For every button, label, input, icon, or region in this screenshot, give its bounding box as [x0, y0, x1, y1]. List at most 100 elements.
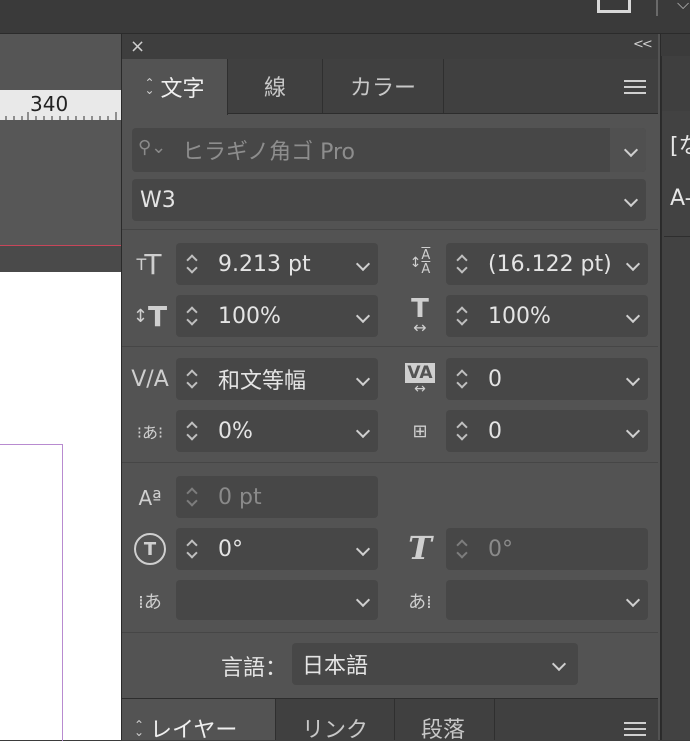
horizontal-scale-field[interactable]: 100%	[446, 295, 648, 337]
chevron-down-icon[interactable]	[355, 256, 371, 272]
vertical-scale-icon: ↕ T	[132, 299, 168, 333]
panel-header[interactable]	[122, 34, 658, 59]
chevron-down-icon[interactable]	[355, 592, 371, 608]
stepper-icon[interactable]	[454, 303, 470, 329]
side-panel-divider	[664, 236, 690, 237]
font-style-select[interactable]: W3	[132, 179, 646, 221]
kerning-icon: V/A	[131, 366, 169, 392]
side-panel-item[interactable]: [な	[670, 128, 690, 160]
font-size-icon: TT	[136, 247, 162, 281]
rotation-icon: T	[131, 530, 169, 568]
baseline-shift-field[interactable]: 0 pt	[176, 476, 378, 518]
tsume-field[interactable]: 0%	[176, 410, 378, 452]
font-size-field[interactable]: 9.213 pt	[176, 243, 378, 285]
pasteboard	[0, 120, 121, 245]
tab-label: 文字	[160, 77, 205, 102]
language-label: 言語：	[221, 656, 288, 681]
chevron-down-icon[interactable]	[625, 256, 641, 272]
rotation-value[interactable]: 0°	[218, 537, 243, 562]
chevron-down-icon[interactable]	[355, 541, 371, 557]
tab-character[interactable]: ⌃ ⌄ 文字	[122, 59, 228, 115]
stepper-icon[interactable]	[184, 366, 200, 392]
collapse-icon[interactable]: <<	[633, 37, 653, 52]
tracking-icon: VA ↔	[405, 363, 435, 397]
toolbar-divider	[656, 0, 658, 16]
tab-paragraph[interactable]: 段落	[395, 699, 495, 740]
tab-links[interactable]: リンク	[276, 699, 395, 740]
aki-before-select[interactable]	[176, 580, 378, 620]
tab-stroke[interactable]: 線	[228, 59, 323, 113]
screen-mode-icon[interactable]	[597, 0, 631, 13]
ruler-label: 340	[30, 92, 69, 116]
stepper-icon[interactable]	[184, 303, 200, 329]
vertical-scale-value[interactable]: 100%	[218, 304, 281, 329]
tsume-value[interactable]: 0%	[218, 419, 253, 444]
aki-field[interactable]: 0	[446, 410, 648, 452]
aki-value[interactable]: 0	[488, 419, 502, 444]
section-divider	[122, 632, 658, 633]
kerning-select[interactable]: 和文等幅	[176, 358, 378, 400]
tab-label: レイヤー	[150, 718, 238, 740]
baseline-shift-icon: Aª	[138, 486, 162, 510]
tracking-value[interactable]: 0	[488, 367, 502, 392]
section-divider	[122, 346, 658, 347]
chevron-down-icon[interactable]	[355, 371, 371, 387]
chevron-down-icon[interactable]	[623, 192, 639, 208]
stepper-icon[interactable]	[454, 251, 470, 277]
chevron-down-icon[interactable]	[551, 656, 567, 672]
tab-layers[interactable]: ⌃ ⌄ レイヤー	[122, 699, 276, 740]
margin-guide	[0, 444, 63, 741]
stepper-icon[interactable]	[184, 251, 200, 277]
chevron-down-icon[interactable]	[625, 592, 641, 608]
chevron-down-icon[interactable]	[625, 308, 641, 324]
chevron-down-icon[interactable]	[625, 371, 641, 387]
vertical-scale-field[interactable]: 100%	[176, 295, 378, 337]
side-panel-item[interactable]: A-	[670, 186, 690, 211]
section-divider	[122, 462, 658, 463]
aki-after-select[interactable]	[446, 580, 648, 620]
toolbar-overflow-icon[interactable]: ⌵	[677, 0, 689, 14]
tab-label: カラー	[349, 76, 416, 101]
side-panel-tab[interactable]	[662, 56, 690, 111]
stepper-icon[interactable]	[184, 536, 200, 562]
chevron-down-icon[interactable]	[355, 308, 371, 324]
kerning-value[interactable]: 和文等幅	[218, 363, 306, 395]
language-select[interactable]: 日本語	[292, 643, 578, 685]
language-value: 日本語	[302, 654, 369, 679]
chevron-down-icon[interactable]	[625, 423, 641, 439]
skew-value: 0°	[488, 536, 513, 562]
aki-before-icon: ⁞あ	[138, 592, 162, 613]
skew-icon: T	[408, 529, 432, 567]
panel-menu-icon[interactable]	[624, 722, 646, 740]
rotation-field[interactable]: 0°	[176, 528, 378, 570]
search-icon: ⚲⌄	[138, 137, 167, 158]
aki-icon: ⊞	[412, 420, 428, 442]
font-family-input[interactable]: ヒラギノ角ゴ Pro	[182, 134, 355, 166]
tab-label: 段落	[421, 718, 466, 740]
skew-field[interactable]: 0°	[446, 528, 648, 570]
app-toolbar	[0, 0, 690, 34]
stepper-icon[interactable]	[454, 418, 470, 444]
horizontal-scale-icon: T ↔	[411, 294, 429, 337]
leading-field[interactable]: (16.122 pt)	[446, 243, 648, 285]
font-style-value: W3	[140, 187, 176, 213]
horizontal-scale-value[interactable]: 100%	[488, 304, 551, 329]
stepper-icon[interactable]	[454, 366, 470, 392]
close-icon[interactable]: ×	[130, 36, 145, 57]
tab-color[interactable]: カラー	[323, 59, 444, 113]
tsume-icon: ⁝あ⁝	[136, 423, 164, 442]
leading-value[interactable]: (16.122 pt)	[488, 252, 610, 277]
chevron-down-icon[interactable]	[355, 423, 371, 439]
stepper-icon[interactable]	[184, 418, 200, 444]
updown-icon: ⌃ ⌄	[134, 718, 145, 739]
aki-after-icon: あ⁞	[408, 592, 432, 613]
panel-menu-icon[interactable]	[624, 80, 646, 98]
updown-icon: ⌃ ⌄	[144, 76, 155, 97]
font-size-value[interactable]: 9.213 pt	[218, 252, 311, 277]
baseline-shift-value: 0 pt	[218, 484, 262, 510]
font-family-field[interactable]: ⚲⌄ ヒラギノ角ゴ Pro	[132, 128, 646, 172]
stepper-icon	[454, 536, 470, 562]
section-divider	[122, 229, 658, 230]
font-family-dropdown-button[interactable]	[610, 128, 646, 172]
tracking-field[interactable]: 0	[446, 358, 648, 400]
